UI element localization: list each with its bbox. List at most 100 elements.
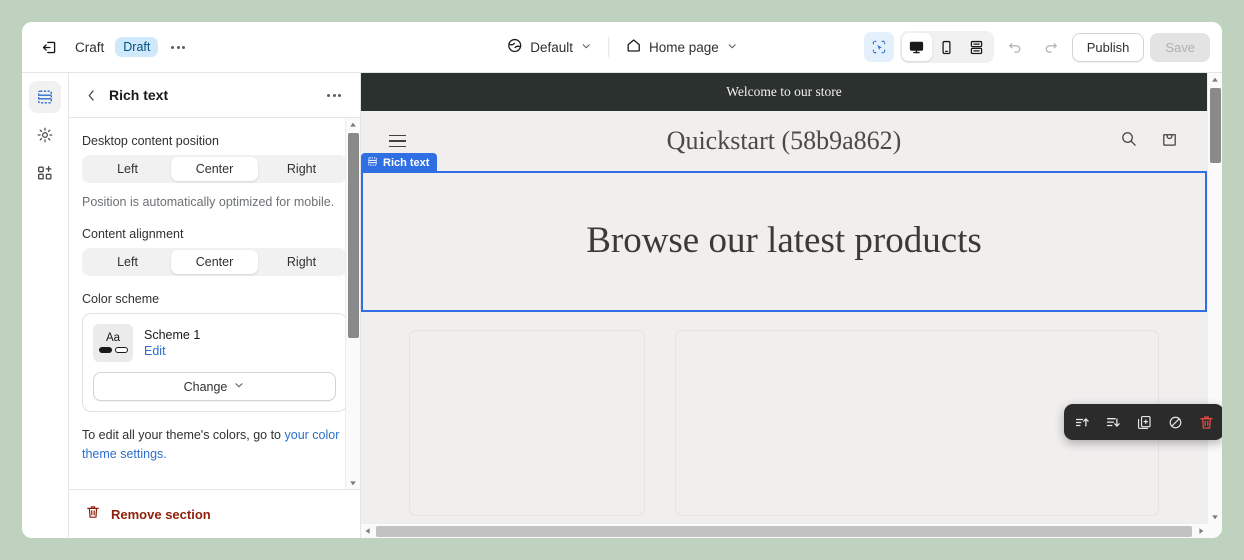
- preview-scroll-track[interactable]: [1208, 86, 1222, 510]
- toolbar-left-group: Craft Draft: [34, 32, 192, 62]
- more-dots-icon[interactable]: [164, 33, 192, 61]
- panel-scroll-track[interactable]: [346, 131, 360, 476]
- cursor-select-icon[interactable]: [863, 32, 894, 62]
- change-scheme-label: Change: [183, 379, 228, 394]
- section-floating-toolbar: [1064, 404, 1222, 440]
- chevron-down-icon: [233, 379, 245, 394]
- redo-icon[interactable]: [1036, 32, 1066, 62]
- publish-button[interactable]: Publish: [1071, 32, 1145, 62]
- panel-header: Rich text: [69, 73, 360, 118]
- content-alignment-label: Content alignment: [82, 227, 184, 242]
- preview-scroll-down-arrow[interactable]: [1208, 510, 1222, 523]
- scrollbar-corner: [1207, 523, 1222, 538]
- toolbar-center-group: Default Home page: [497, 32, 747, 62]
- swatch-aa-text: Aa: [105, 331, 121, 344]
- panel-scrollbar[interactable]: [345, 118, 360, 489]
- store-preview: Welcome to our store Quickstart (58b9a86…: [361, 73, 1207, 523]
- preview-scroll-right-arrow[interactable]: [1194, 524, 1207, 538]
- panel-scroll-up-arrow[interactable]: [346, 118, 360, 131]
- move-up-icon[interactable]: [1071, 411, 1093, 433]
- chevron-down-icon: [580, 40, 592, 55]
- sidebar-item-theme-settings[interactable]: [29, 119, 61, 151]
- content-alignment-left[interactable]: Left: [84, 250, 171, 274]
- app-name-label[interactable]: Craft: [70, 40, 109, 55]
- color-scheme-card: Aa Scheme 1 Edit Change: [82, 313, 347, 413]
- remove-section-button[interactable]: Remove section: [111, 507, 211, 522]
- home-icon: [625, 37, 642, 57]
- move-down-icon[interactable]: [1102, 411, 1124, 433]
- preview-scroll-left-arrow[interactable]: [361, 524, 374, 538]
- color-scheme-info: Scheme 1 Edit: [144, 328, 200, 358]
- toolbar-divider: [607, 37, 609, 57]
- desktop-position-help: Position is automatically optimized for …: [82, 195, 335, 209]
- preview-area: Welcome to our store Quickstart (58b9a86…: [361, 73, 1222, 538]
- preview-scroll-up-arrow[interactable]: [1208, 73, 1222, 86]
- fullscreen-icon[interactable]: [962, 33, 992, 61]
- workspace: Rich text Desktop content position Left …: [22, 73, 1222, 538]
- desktop-position-left[interactable]: Left: [84, 157, 171, 181]
- globe-icon: [506, 37, 523, 57]
- panel-more-dots-icon[interactable]: [320, 81, 348, 109]
- preview-vertical-scrollbar[interactable]: [1207, 73, 1222, 523]
- swatch-pill-dark: [98, 347, 112, 354]
- color-scheme-label: Color scheme: [82, 292, 160, 307]
- panel-scroll-thumb[interactable]: [348, 133, 359, 338]
- section-tag-label: Rich text: [383, 157, 430, 169]
- sidebar-item-apps[interactable]: [29, 157, 61, 189]
- store-header: Quickstart (58b9a862): [361, 111, 1207, 171]
- shopping-bag-icon[interactable]: [1160, 129, 1179, 153]
- trash-icon: [85, 504, 101, 525]
- theme-colors-note: To edit all your theme's colors, go to y…: [82, 426, 347, 464]
- desktop-position-right[interactable]: Right: [258, 157, 345, 181]
- announcement-bar: Welcome to our store: [361, 73, 1207, 111]
- desktop-position-center[interactable]: Center: [171, 157, 258, 181]
- content-alignment-segmented: Left Center Right: [82, 248, 347, 277]
- panel-scroll-down-arrow[interactable]: [346, 476, 360, 489]
- content-alignment-right[interactable]: Right: [258, 250, 345, 274]
- color-scheme-row: Aa Scheme 1 Edit: [93, 324, 336, 363]
- preview-horizontal-scrollbar[interactable]: [361, 523, 1207, 538]
- selected-section-rich-text[interactable]: Rich text Browse our latest products: [361, 153, 1207, 312]
- sidebar-rail: [22, 73, 69, 538]
- page-selector[interactable]: Home page: [616, 32, 747, 62]
- theme-selector[interactable]: Default: [497, 32, 601, 62]
- hide-eye-icon[interactable]: [1164, 411, 1186, 433]
- device-toggle-group: [899, 31, 994, 63]
- swatch-pills: [98, 347, 128, 354]
- content-alignment-center[interactable]: Center: [171, 250, 258, 275]
- desktop-icon[interactable]: [901, 33, 932, 61]
- undo-icon[interactable]: [1000, 32, 1030, 62]
- preview-scroll-thumb[interactable]: [1210, 88, 1221, 163]
- preview-hscroll-thumb[interactable]: [376, 526, 1192, 537]
- chevron-left-icon[interactable]: [79, 83, 103, 107]
- page-selector-label: Home page: [648, 39, 719, 55]
- hamburger-menu-icon[interactable]: [389, 134, 406, 148]
- trash-icon[interactable]: [1195, 411, 1217, 433]
- theme-selector-label: Default: [530, 39, 573, 55]
- color-scheme-swatch: Aa: [93, 324, 133, 363]
- desktop-position-label: Desktop content position: [82, 134, 219, 148]
- color-scheme-edit-link[interactable]: Edit: [144, 344, 200, 358]
- settings-panel: Rich text Desktop content position Left …: [69, 73, 361, 538]
- panel-content: Desktop content position Left Center Rig…: [69, 118, 360, 489]
- preview-hscroll-track[interactable]: [374, 524, 1194, 538]
- search-icon[interactable]: [1119, 129, 1138, 153]
- save-button[interactable]: Save: [1150, 32, 1210, 62]
- status-badge[interactable]: Draft: [115, 37, 159, 57]
- panel-footer: Remove section: [69, 489, 360, 538]
- color-scheme-name: Scheme 1: [144, 328, 201, 343]
- duplicate-icon[interactable]: [1133, 411, 1155, 433]
- theme-colors-note-text: To edit all your theme's colors, go to: [82, 428, 282, 443]
- change-scheme-button[interactable]: Change: [93, 372, 336, 402]
- swatch-pill-light: [114, 347, 128, 354]
- mobile-icon[interactable]: [932, 33, 962, 61]
- chevron-down-icon: [726, 40, 738, 55]
- sidebar-item-sections[interactable]: [29, 81, 61, 113]
- toolbar-right-group: Publish Save: [863, 31, 1210, 63]
- product-card-placeholder[interactable]: [409, 330, 645, 516]
- hero-heading: Browse our latest products: [586, 220, 982, 262]
- store-title: Quickstart (58b9a862): [666, 126, 902, 155]
- exit-icon[interactable]: [34, 32, 64, 62]
- section-tag-badge[interactable]: Rich text: [361, 153, 438, 173]
- store-header-icons: [1119, 129, 1179, 153]
